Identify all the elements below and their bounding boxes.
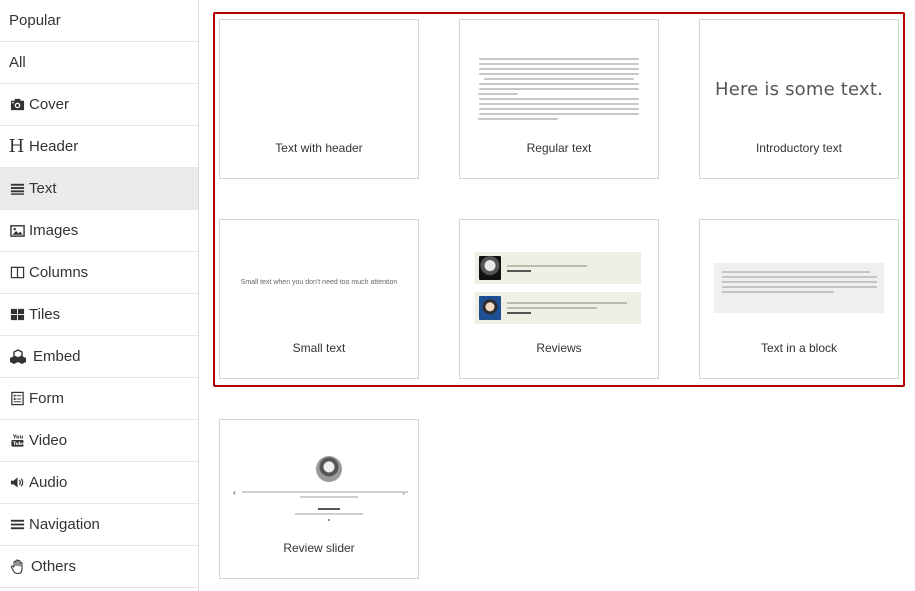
block-card-label: Text in a block	[760, 341, 838, 355]
svg-text:You: You	[11, 435, 23, 441]
youtube-icon: You Tube	[9, 433, 25, 449]
image-icon	[9, 223, 25, 239]
text-lines-icon	[9, 181, 25, 197]
sidebar-item-label: Navigation	[29, 516, 100, 533]
block-card-label: Text with header	[275, 141, 363, 155]
block-category-sidebar: Popular All Cover H Header Text Images C…	[0, 0, 199, 591]
sidebar-item-label: Cover	[29, 96, 70, 113]
intro-text-preview: Here is some text.	[714, 79, 884, 100]
sidebar-item-label: Form	[29, 390, 64, 407]
reviewer-avatar	[316, 456, 342, 482]
review-item	[475, 252, 641, 284]
sidebar-item-cover[interactable]: Cover	[0, 84, 198, 126]
sidebar-item-label: Tiles	[29, 306, 61, 323]
block-card-text-in-block[interactable]: Text in a block	[699, 219, 899, 379]
header-icon: H	[8, 136, 25, 157]
sidebar-item-label: Text	[29, 180, 57, 197]
form-icon	[9, 391, 25, 407]
block-card-review-slider[interactable]: ‹ › Review slider	[219, 419, 419, 579]
sidebar-item-others[interactable]: Others	[0, 546, 198, 588]
block-preview	[470, 20, 648, 133]
sidebar-item-label: Audio	[29, 474, 68, 491]
block-preview	[710, 220, 888, 333]
svg-text:Tube: Tube	[12, 441, 24, 447]
block-card-introductory-text[interactable]: Here is some text. Introductory text	[699, 19, 899, 179]
block-preview: Small text when you don't need too much …	[230, 220, 408, 333]
hand-icon	[9, 558, 26, 575]
sidebar-item-tiles[interactable]: Tiles	[0, 294, 198, 336]
sidebar-item-popular[interactable]: Popular	[0, 0, 198, 42]
block-preview	[230, 20, 408, 133]
block-preview	[470, 220, 648, 333]
tiles-icon	[9, 307, 25, 323]
sidebar-item-audio[interactable]: Audio	[0, 462, 198, 504]
block-preview: Here is some text.	[710, 20, 888, 133]
block-preview: ‹ ›	[230, 420, 408, 533]
block-card-label: Regular text	[526, 141, 592, 155]
sidebar-item-label: Columns	[29, 264, 89, 281]
sidebar-item-header[interactable]: H Header	[0, 126, 198, 168]
sidebar-item-all[interactable]: All	[0, 42, 198, 84]
sidebar-item-navigation[interactable]: Navigation	[0, 504, 198, 546]
columns-icon	[9, 265, 25, 281]
sidebar-item-images[interactable]: Images	[0, 210, 198, 252]
block-card-label: Review slider	[283, 541, 355, 555]
block-card-label: Reviews	[536, 341, 582, 355]
block-card-small-text[interactable]: Small text when you don't need too much …	[219, 219, 419, 379]
menu-icon	[9, 517, 25, 533]
block-card-regular-text[interactable]: Regular text	[459, 19, 659, 179]
sidebar-item-label: Header	[29, 138, 79, 155]
cubes-icon	[9, 348, 27, 365]
review-item	[475, 292, 641, 324]
sidebar-item-label: Embed	[33, 348, 81, 365]
chevron-left-icon: ‹	[233, 488, 236, 497]
block-gallery: Text with header Regular text Here is so…	[199, 0, 915, 591]
sidebar-item-label: Images	[29, 222, 79, 239]
block-card-label: Small text	[292, 341, 346, 355]
camera-icon	[9, 97, 25, 113]
reviewer-photo	[479, 296, 501, 320]
sidebar-item-columns[interactable]: Columns	[0, 252, 198, 294]
reviewer-photo	[479, 256, 501, 280]
small-text-preview: Small text when you don't need too much …	[240, 279, 398, 286]
sidebar-item-text[interactable]: Text	[0, 168, 198, 210]
sidebar-item-label: All	[9, 54, 26, 71]
block-card-reviews[interactable]: Reviews	[459, 219, 659, 379]
reviewer-name	[318, 508, 340, 510]
sidebar-item-label: Others	[31, 558, 77, 575]
block-card-text-with-header[interactable]: Text with header	[219, 19, 419, 179]
volume-icon	[9, 475, 25, 491]
sidebar-item-embed[interactable]: Embed	[0, 336, 198, 378]
sidebar-item-video[interactable]: You Tube Video	[0, 420, 198, 462]
block-card-label: Introductory text	[755, 141, 843, 155]
sidebar-item-form[interactable]: Form	[0, 378, 198, 420]
text-block-preview	[714, 263, 884, 313]
sidebar-item-label: Popular	[9, 12, 61, 29]
sidebar-item-label: Video	[29, 432, 68, 449]
